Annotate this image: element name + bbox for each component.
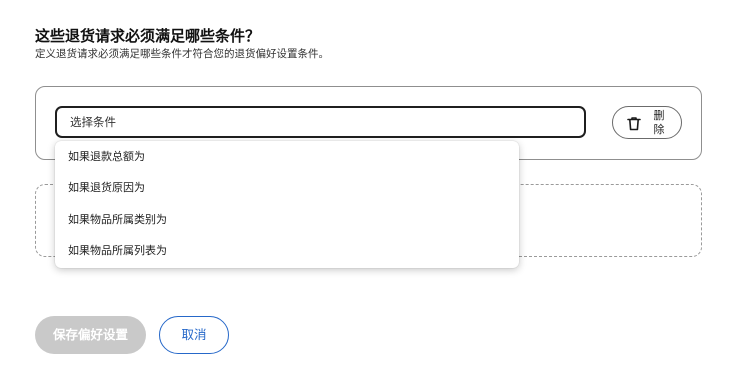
page-title: 这些退货请求必须满足哪些条件？ [35, 27, 261, 45]
delete-button-label: 删除 [653, 109, 665, 136]
trash-icon [627, 117, 641, 131]
page-subtitle: 定义退货请求必须满足哪些条件才符合您的退货偏好设置条件。 [35, 48, 329, 60]
condition-dropdown: 如果退款总额为 如果退货原因为 如果物品所属类别为 如果物品所属列表为 [55, 141, 519, 268]
dropdown-option[interactable]: 如果物品所属列表为 [68, 241, 167, 261]
dropdown-option[interactable]: 如果退货原因为 [68, 178, 145, 198]
dropdown-option[interactable]: 如果物品所属类别为 [68, 210, 167, 230]
condition-select[interactable]: 选择条件 [55, 106, 586, 138]
cancel-button[interactable]: 取消 [159, 316, 229, 354]
dropdown-option[interactable]: 如果退款总额为 [68, 147, 145, 167]
delete-button[interactable]: 删除 [612, 106, 682, 139]
save-preferences-button[interactable]: 保存偏好设置 [35, 316, 146, 354]
